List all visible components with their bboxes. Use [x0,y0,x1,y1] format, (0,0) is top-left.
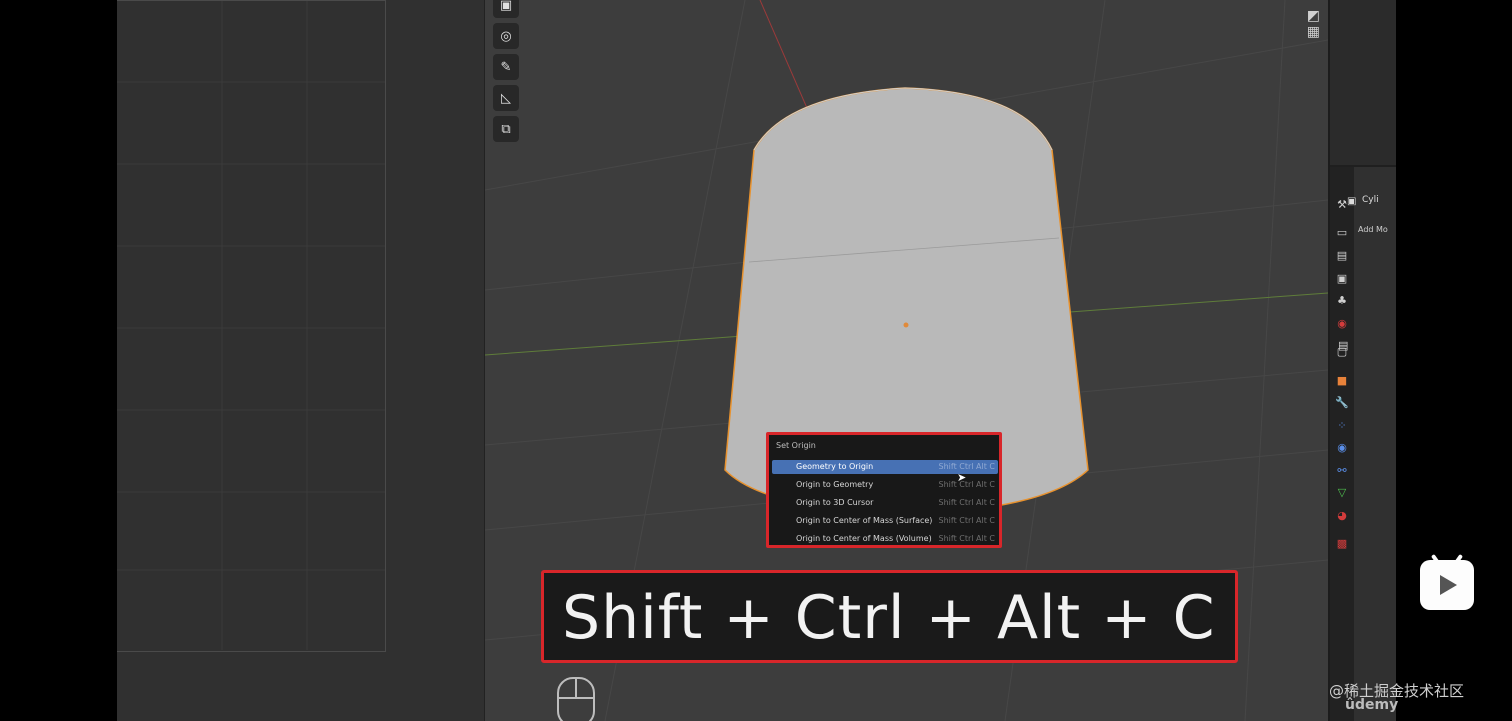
menu-item-label: Geometry to Origin [796,462,874,471]
texture-icon[interactable]: ▩ [1334,536,1350,552]
menu-item-shortcut: Shift Ctrl Alt C [938,534,995,543]
camera-icon[interactable]: ◩ [1307,8,1320,24]
menu-item-center-of-mass-surface[interactable]: Origin to Center of Mass (Surface) Shift… [772,514,998,528]
scene-icon[interactable]: ♣ [1334,293,1350,309]
menu-title: Set Origin [776,441,816,450]
bilibili-play-icon[interactable] [1420,553,1474,610]
cursor-icon[interactable]: ◎ [493,23,519,49]
app-window: ▣ ◎ ✎ ◺ ⧉ ◩ ▦ Set Origin Geometry to Ori… [117,0,1396,721]
set-origin-menu: Set Origin Geometry to Origin Shift Ctrl… [766,432,1002,548]
3d-viewport[interactable]: ▣ ◎ ✎ ◺ ⧉ ◩ ▦ Set Origin Geometry to Ori… [485,0,1328,721]
object-icon[interactable]: ■ [1334,373,1350,389]
origin-point [903,322,909,328]
shortcut-callout: Shift + Ctrl + Alt + C [541,570,1238,663]
menu-item-label: Origin to Center of Mass (Volume) [796,534,932,543]
menu-item-origin-to-3d-cursor[interactable]: Origin to 3D Cursor Shift Ctrl Alt C [772,496,998,510]
viewport-gizmo: ◩ ▦ [1307,8,1320,40]
properties-tabs: ▤ ⚒ ▭ ▤ ▣ ♣ ◉ ▢ ■ 🔧 ⁘ ◉ ⚯ ▽ ◕ ▩ [1330,167,1354,721]
transform-icon[interactable]: ▣ [493,0,519,18]
output-icon[interactable]: ▤ [1334,248,1350,264]
modifiers-icon[interactable]: 🔧 [1334,395,1350,411]
add-cube-icon[interactable]: ⧉ [493,116,519,142]
object-name: Cyli [1362,195,1379,205]
constraints-icon[interactable]: ⚯ [1334,463,1350,479]
add-modifier-button[interactable]: Add Mo [1358,225,1388,234]
particles-icon[interactable]: ⁘ [1334,418,1350,434]
grid-icon[interactable]: ▦ [1307,24,1320,40]
render-icon[interactable]: ▭ [1334,225,1350,241]
menu-item-shortcut: Shift Ctrl Alt C [938,516,995,525]
viewport-toolbar: ▣ ◎ ✎ ◺ ⧉ [493,0,523,147]
mouse-icon [557,677,595,721]
properties-editor: ▤ ⚒ ▭ ▤ ▣ ♣ ◉ ▢ ■ 🔧 ⁘ ◉ ⚯ ▽ ◕ ▩ ▣ Cyli A… [1330,0,1396,721]
outliner-panel[interactable] [1330,0,1396,167]
object-data-icon: ▣ [1347,196,1357,207]
shortcut-text: Shift + Ctrl + Alt + C [562,583,1216,653]
menu-item-shortcut: Shift Ctrl Alt C [938,462,995,471]
annotate-icon[interactable]: ✎ [493,54,519,80]
world-icon[interactable]: ◉ [1334,316,1350,332]
physics-icon[interactable]: ◉ [1334,440,1350,456]
data-icon[interactable]: ▽ [1334,485,1350,501]
left-editor-border [117,0,386,652]
material-icon[interactable]: ◕ [1334,508,1350,524]
menu-item-shortcut: Shift Ctrl Alt C [938,480,995,489]
menu-item-label: Origin to Geometry [796,480,874,489]
modifier-panel: ▣ Cyli Add Mo [1347,167,1396,721]
left-editor-panel[interactable] [117,0,484,721]
view-layer-icon[interactable]: ▣ [1334,271,1350,287]
measure-icon[interactable]: ◺ [493,85,519,111]
collection-icon[interactable]: ▢ [1334,344,1350,360]
menu-item-label: Origin to Center of Mass (Surface) [796,516,933,525]
menu-item-label: Origin to 3D Cursor [796,498,874,507]
udemy-logo: ûdemy [1345,697,1399,713]
menu-item-shortcut: Shift Ctrl Alt C [938,498,995,507]
mouse-pointer-icon: ➤ [957,471,967,484]
menu-item-center-of-mass-volume[interactable]: Origin to Center of Mass (Volume) Shift … [772,532,998,546]
